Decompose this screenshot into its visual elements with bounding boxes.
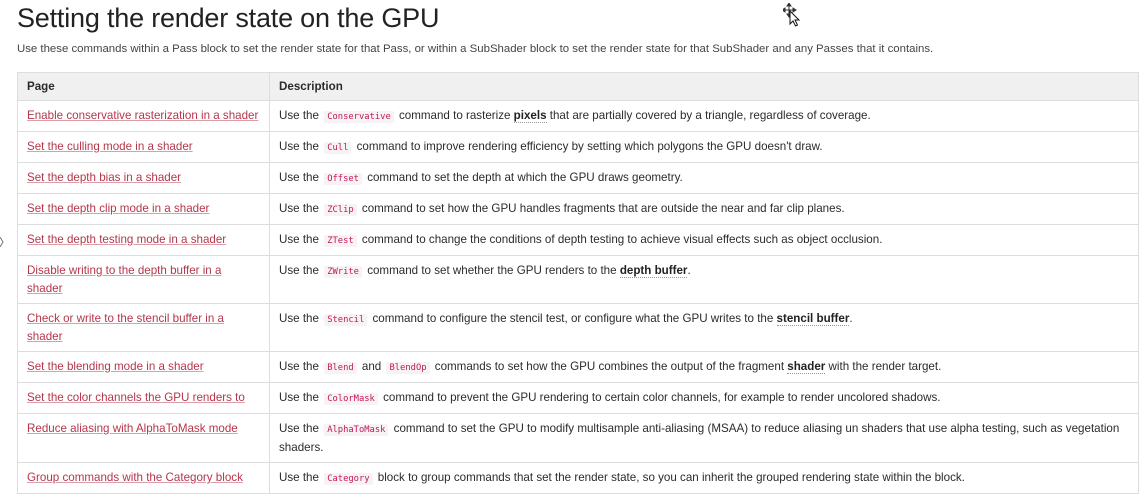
table-row: Set the depth clip mode in a shader Use t…: [17, 193, 1139, 225]
table-row: Set the culling mode in a shader Use the …: [17, 131, 1139, 163]
render-state-table: Page Description Enable conservative ras…: [17, 72, 1139, 494]
description-text: command to change the conditions of dept…: [358, 233, 883, 246]
description-text: Use the: [279, 360, 323, 373]
description-text: Use the: [279, 202, 323, 215]
glossary-term: stencil buffer: [776, 312, 850, 326]
description-cell: Use the Cull command to improve renderin…: [269, 131, 1139, 163]
move-cursor-icon: [783, 3, 801, 27]
glossary-term: pixels: [513, 109, 547, 123]
description-text: and: [358, 360, 385, 373]
page-cell: Set the color channels the GPU renders t…: [17, 382, 270, 414]
description-text: command to prevent the GPU rendering to …: [379, 391, 941, 404]
description-text: command to set whether the GPU renders t…: [363, 264, 620, 277]
table-row: Group commands with the Category block Us…: [17, 462, 1139, 494]
description-text: .: [849, 312, 853, 325]
page-cell: Reduce aliasing with AlphaToMask mode: [17, 413, 270, 463]
description-text: Use the: [279, 171, 323, 184]
table-row: Set the depth bias in a shader Use the Of…: [17, 162, 1139, 194]
page-link[interactable]: Group commands with the Category block: [27, 471, 243, 484]
description-text: command to improve rendering efficiency …: [353, 140, 823, 153]
page-link[interactable]: Set the blending mode in a shader: [27, 360, 204, 373]
edge-indicator-icon: [0, 237, 4, 247]
description-text: Use the: [279, 391, 323, 404]
command-code: Stencil: [324, 314, 368, 326]
description-text: Use the: [279, 233, 323, 246]
description-text: block to group commands that set the ren…: [374, 471, 965, 484]
description-cell: Use the Offset command to set the depth …: [269, 162, 1139, 194]
description-cell: Use the ColorMask command to prevent the…: [269, 382, 1139, 414]
description-text: Use the: [279, 264, 323, 277]
description-text: command to set the GPU to modify multisa…: [279, 422, 1120, 454]
page-link[interactable]: Check or write to the stencil buffer in …: [27, 312, 224, 343]
table-row: Set the blending mode in a shader Use the…: [17, 351, 1139, 383]
column-header-description: Description: [269, 72, 1139, 101]
page-cell: Set the depth testing mode in a shader: [17, 224, 270, 256]
description-text: commands to set how the GPU combines the…: [431, 360, 788, 373]
table-body: Enable conservative rasterization in a s…: [17, 100, 1139, 494]
command-code: ColorMask: [324, 393, 378, 405]
description-cell: Use the ZTest command to change the cond…: [269, 224, 1139, 256]
description-text: .: [687, 264, 691, 277]
docs-page: Setting the render state on the GPU Use …: [17, 0, 1139, 494]
page-cell: Set the depth bias in a shader: [17, 162, 270, 194]
page-title: Setting the render state on the GPU: [17, 3, 440, 33]
page-link[interactable]: Set the depth clip mode in a shader: [27, 202, 209, 215]
description-text: Use the: [279, 140, 323, 153]
description-cell: Use the Conservative command to rasteriz…: [269, 100, 1139, 132]
command-code: Cull: [324, 142, 352, 154]
table-row: Set the depth testing mode in a shader Us…: [17, 224, 1139, 256]
command-code: Category: [324, 473, 373, 485]
table-header-row: Page Description: [17, 72, 1139, 101]
table-row: Enable conservative rasterization in a s…: [17, 100, 1139, 132]
page-link[interactable]: Set the color channels the GPU renders t…: [27, 391, 245, 404]
page-link[interactable]: Disable writing to the depth buffer in a…: [27, 264, 221, 295]
description-cell: Use the Category block to group commands…: [269, 462, 1139, 494]
description-text: with the render target.: [825, 360, 942, 373]
description-text: Use the: [279, 312, 323, 325]
description-text: command to set the depth at which the GP…: [363, 171, 683, 184]
description-cell: Use the Blend and BlendOp commands to se…: [269, 351, 1139, 383]
glossary-term: shader: [787, 360, 826, 374]
page-cell: Group commands with the Category block: [17, 462, 270, 494]
description-text: Use the: [279, 471, 323, 484]
command-code: BlendOp: [386, 362, 430, 374]
page-link[interactable]: Enable conservative rasterization in a s…: [27, 109, 258, 122]
page-link[interactable]: Set the depth bias in a shader: [27, 171, 181, 184]
description-text: Use the: [279, 109, 323, 122]
page-cell: Set the depth clip mode in a shader: [17, 193, 270, 225]
table-row: Reduce aliasing with AlphaToMask mode Use…: [17, 413, 1139, 463]
command-code: ZClip: [324, 204, 357, 216]
page-cell: Set the blending mode in a shader: [17, 351, 270, 383]
description-cell: Use the ZClip command to set how the GPU…: [269, 193, 1139, 225]
table-row: Check or write to the stencil buffer in …: [17, 303, 1139, 352]
description-text: command to rasterize: [395, 109, 514, 122]
description-text: command to set how the GPU handles fragm…: [358, 202, 845, 215]
intro-paragraph: Use these commands within a Pass block t…: [17, 43, 934, 55]
description-text: that are partially covered by a triangle…: [546, 109, 871, 122]
page-link[interactable]: Set the depth testing mode in a shader: [27, 233, 226, 246]
page-cell: Disable writing to the depth buffer in a…: [17, 255, 270, 304]
page-cell: Check or write to the stencil buffer in …: [17, 303, 270, 352]
description-cell: Use the ZWrite command to set whether th…: [269, 255, 1139, 304]
page-cell: Set the culling mode in a shader: [17, 131, 270, 163]
column-header-page: Page: [17, 72, 270, 101]
page-cell: Enable conservative rasterization in a s…: [17, 100, 270, 132]
command-code: ZTest: [324, 235, 357, 247]
description-text: command to configure the stencil test, o…: [369, 312, 777, 325]
page-link[interactable]: Set the culling mode in a shader: [27, 140, 193, 153]
page-link[interactable]: Reduce aliasing with AlphaToMask mode: [27, 422, 238, 435]
description-text: Use the: [279, 422, 323, 435]
command-code: Offset: [324, 173, 362, 185]
command-code: Conservative: [324, 111, 394, 123]
command-code: ZWrite: [324, 266, 362, 278]
table-row: Disable writing to the depth buffer in a…: [17, 255, 1139, 304]
table-row: Set the color channels the GPU renders t…: [17, 382, 1139, 414]
command-code: Blend: [324, 362, 357, 374]
glossary-term: depth buffer: [619, 264, 688, 278]
description-cell: Use the Stencil command to configure the…: [269, 303, 1139, 352]
description-cell: Use the AlphaToMask command to set the G…: [269, 413, 1139, 463]
command-code: AlphaToMask: [324, 424, 389, 436]
